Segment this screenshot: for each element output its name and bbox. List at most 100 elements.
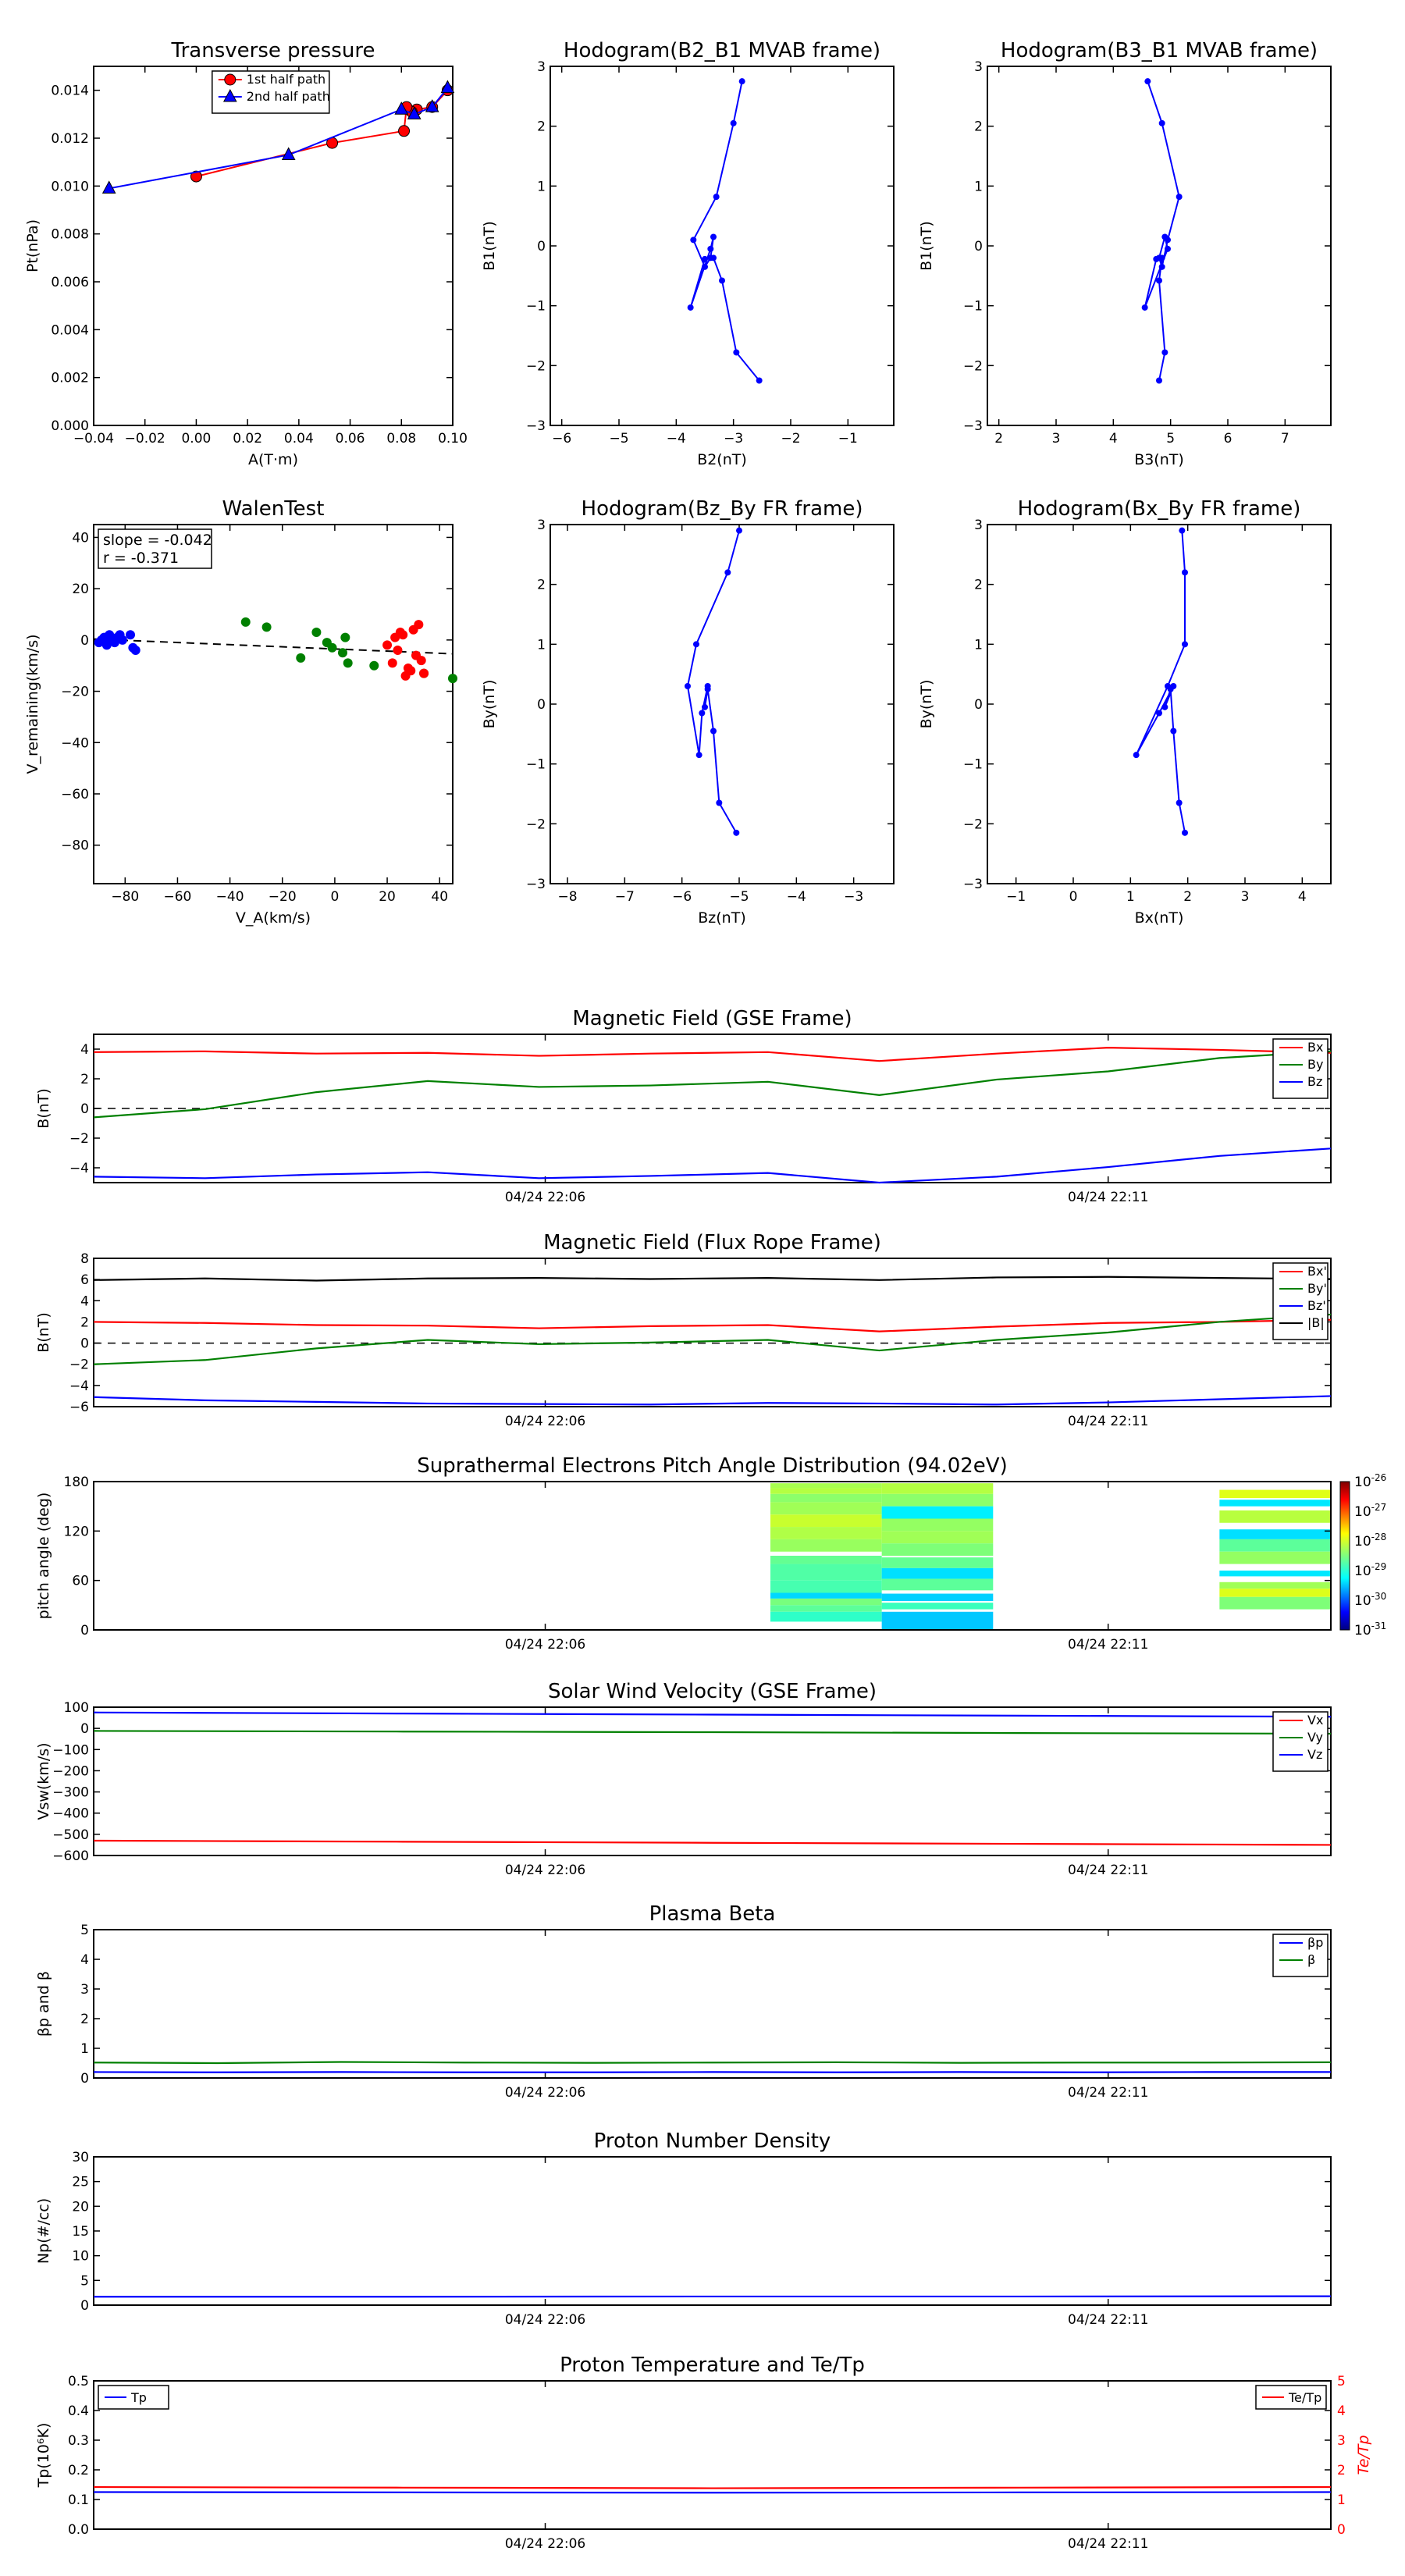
chart-h4: Hodogram(Bx_By FR frame) −3 −2 −1 0 1 2 3 −1 0 1 2 3… — [918, 497, 1332, 927]
time-tick-label: 04/24 22:06 — [505, 2312, 585, 2328]
time-tick-label: 04/24 22:06 — [505, 1190, 585, 1205]
y-tick-label: 0.3 — [68, 2433, 89, 2449]
x-tick-label: 0.04 — [284, 431, 314, 447]
data-point — [382, 640, 393, 650]
data-point — [702, 703, 708, 710]
data-point — [406, 666, 416, 676]
y-tick-label: 0.010 — [51, 179, 89, 194]
x-axis-label: V_A(km/s) — [236, 909, 311, 927]
chart-title: Suprathermal Electrons Pitch Angle Distr… — [417, 1454, 1007, 1478]
heatmap-cell — [1219, 1582, 1331, 1589]
y-axis-label: Pt(nPa) — [24, 219, 41, 272]
y-tick-label: 40 — [72, 530, 89, 546]
x-tick-label: 0 — [330, 889, 339, 905]
time-tick-label: 04/24 22:11 — [1068, 1863, 1148, 1878]
legend-label: Vy — [1307, 1730, 1323, 1745]
x-axis-label: B3(nT) — [1134, 451, 1184, 468]
y-right-axis-label: Te/Tp — [1355, 2435, 1372, 2475]
y-tick-label: 0.4 — [68, 2403, 89, 2419]
x-tick-label: −0.02 — [125, 431, 165, 447]
annotation-slope: slope = -0.042 — [103, 532, 212, 549]
x-tick-label: 20 — [379, 889, 396, 905]
data-point — [1179, 527, 1186, 534]
y-right-tick-label: 5 — [1337, 2374, 1346, 2389]
heatmap-cell — [770, 1539, 882, 1552]
data-point — [1158, 254, 1165, 262]
x-tick-label: −5 — [729, 889, 749, 905]
x-tick-label: 4 — [1109, 431, 1118, 447]
series-line — [93, 1395, 1332, 1406]
y-tick-label: −3 — [526, 877, 546, 892]
data-point — [710, 728, 717, 735]
heatmap-cell — [770, 1502, 882, 1515]
y-tick-label: 100 — [64, 1700, 89, 1716]
y-tick-label: 25 — [72, 2175, 89, 2190]
legend-label: 1st half path — [247, 72, 325, 87]
y-axis-label: B1(nT) — [481, 221, 498, 271]
time-tick-label: 04/24 22:11 — [1068, 1190, 1148, 1205]
x-tick-label: −80 — [111, 889, 139, 905]
y-tick-label: 6 — [80, 1272, 89, 1288]
x-tick-label: 2 — [994, 431, 1003, 447]
time-tick-label: 04/24 22:06 — [505, 1414, 585, 1429]
y-axis-label: B(nT) — [35, 1088, 52, 1129]
data-point — [1153, 255, 1160, 262]
legend-label: β — [1307, 1952, 1315, 1967]
y-tick-label: 0.1 — [68, 2492, 89, 2508]
data-point — [738, 78, 745, 85]
legend-label: Te/Tp — [1288, 2390, 1321, 2405]
data-point — [1176, 194, 1183, 201]
y-tick-label: 60 — [72, 1574, 89, 1589]
y-tick-label: 0.5 — [68, 2374, 89, 2389]
legend-label: By' — [1307, 1281, 1327, 1296]
data-point — [117, 635, 127, 645]
x-tick-label: 1 — [1126, 889, 1135, 905]
chart-title: Hodogram(Bz_By FR frame) — [582, 497, 863, 521]
series-line — [93, 1046, 1332, 1062]
x-axis-label: B2(nT) — [697, 451, 747, 468]
x-tick-label: 7 — [1281, 431, 1289, 447]
heatmap-cell — [881, 1506, 994, 1519]
data-point — [1182, 569, 1188, 576]
y-tick-label: 1 — [974, 179, 983, 194]
y-tick-label: −20 — [61, 685, 89, 700]
data-point — [733, 829, 740, 836]
heatmap-cell — [770, 1564, 882, 1581]
y-tick-label: −200 — [52, 1763, 89, 1779]
y-tick-label: 0 — [80, 633, 89, 649]
series-line — [93, 2061, 1332, 2065]
y-tick-label: −2 — [963, 817, 983, 832]
colorbar-label: 10-26 — [1354, 1472, 1386, 1490]
y-tick-label: 0 — [80, 1336, 89, 1352]
x-tick-label: 0.06 — [336, 431, 365, 447]
y-tick-label: 0 — [974, 697, 983, 713]
data-point — [327, 642, 337, 653]
colorbar-label-exponent: -27 — [1371, 1502, 1387, 1513]
heatmap-cell — [1219, 1510, 1331, 1523]
heatmap-cell — [881, 1567, 994, 1579]
data-point — [1161, 233, 1168, 240]
data-point — [369, 660, 379, 671]
colorbar-label-exponent: -28 — [1371, 1532, 1387, 1542]
plot-frame — [93, 2380, 1332, 2530]
legend-label: Vz — [1307, 1747, 1322, 1762]
y-axis-label: B(nT) — [35, 1312, 52, 1353]
y-tick-label: −300 — [52, 1785, 89, 1801]
x-tick-label: −40 — [216, 889, 244, 905]
chart-walen: WalenTest −80 −60 −40 −20 0 20 40 −80 −60 −40 −20 0 2… — [24, 497, 457, 927]
data-point — [1144, 78, 1151, 85]
heatmap-cell — [881, 1578, 994, 1591]
series-line — [1135, 530, 1186, 834]
y-tick-label: 20 — [72, 582, 89, 597]
chart-mag_fr: Magnetic Field (Flux Rope Frame) −6 −4 −2 0 2… — [35, 1231, 1332, 1429]
data-point — [416, 656, 426, 666]
heatmap-cell — [770, 1488, 882, 1494]
chart-h3: Hodogram(Bz_By FR frame) −3 −2 −1 0 1 2 3 −8 −7 −6… — [481, 497, 895, 927]
y-tick-label: −2 — [69, 1131, 89, 1147]
data-point — [419, 668, 429, 678]
x-tick-label: −8 — [557, 889, 577, 905]
colorbar-label: 10-27 — [1354, 1502, 1386, 1520]
y-tick-label: 3 — [537, 518, 546, 533]
y-tick-label: 0.004 — [51, 322, 89, 338]
time-tick-label: 04/24 22:11 — [1068, 1637, 1148, 1653]
